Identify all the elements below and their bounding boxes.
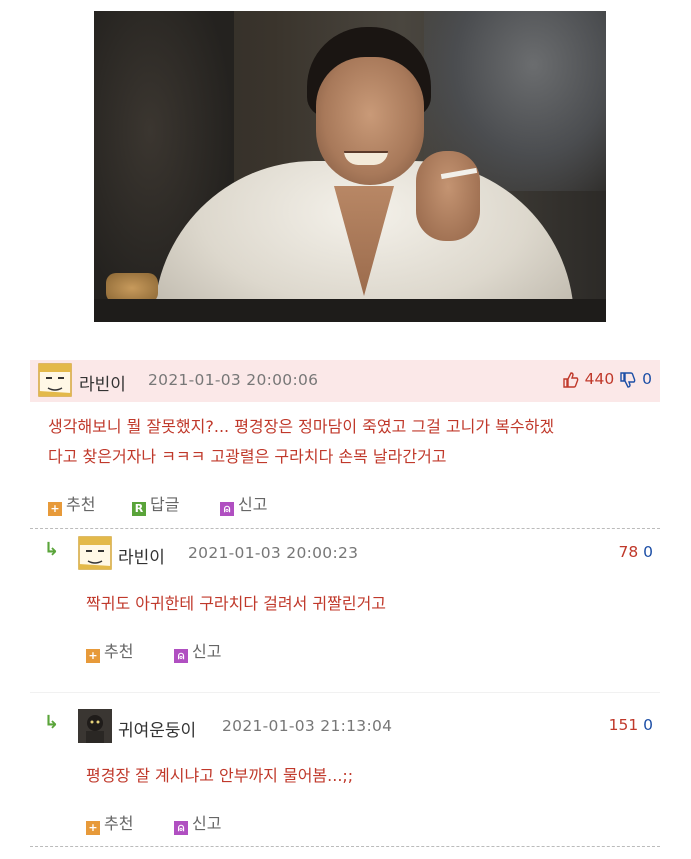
- divider: [30, 692, 660, 693]
- downvote-count: 0: [643, 716, 653, 734]
- reply-arrow-icon: ↳: [44, 539, 60, 560]
- photo-table: [94, 299, 606, 322]
- avatar-icon: [78, 709, 112, 743]
- comment-text: 생각해보니 뭘 잘못했지?... 평경장은 정마담이 죽였고 그걸 고니가 복수…: [48, 412, 554, 472]
- comment-date: 2021-01-03 20:00:06: [148, 371, 319, 389]
- divider: [30, 846, 660, 847]
- downvote-count: 0: [643, 543, 653, 561]
- plus-icon: +: [86, 821, 100, 835]
- comment-text-line: 짝귀도 아귀한테 구라치다 걸려서 귀짤린거고: [86, 594, 387, 613]
- recommend-button[interactable]: + 추천: [86, 638, 133, 663]
- author-name[interactable]: 라빈이: [118, 543, 165, 568]
- reply-button[interactable]: R 답글: [132, 491, 179, 516]
- comment-date: 2021-01-03 21:13:04: [222, 717, 393, 735]
- avatar-icon: [78, 536, 112, 570]
- comment-text: 평경장 잘 계시냐고 안부까지 물어봄...;;: [86, 761, 353, 791]
- photo-face: [316, 57, 424, 185]
- recommend-button[interactable]: + 추천: [48, 491, 95, 516]
- post-photo: [94, 11, 606, 322]
- report-icon: ⍝: [174, 821, 188, 835]
- report-button[interactable]: ⍝ 신고: [174, 810, 221, 835]
- report-button[interactable]: ⍝ 신고: [174, 638, 221, 663]
- upvote-count: 440: [584, 370, 615, 388]
- comment-text-line: 생각해보니 뭘 잘못했지?... 평경장은 정마담이 죽였고 그걸 고니가 복수…: [48, 417, 555, 436]
- thumbs-down-icon[interactable]: [619, 371, 637, 389]
- author-name[interactable]: 라빈이: [79, 370, 126, 395]
- divider: [30, 528, 660, 529]
- avatar-icon: [38, 363, 72, 397]
- avatar[interactable]: [78, 709, 112, 743]
- avatar[interactable]: [38, 363, 72, 397]
- report-icon: ⍝: [220, 502, 234, 516]
- downvote-count: 0: [642, 370, 652, 388]
- comment-text-line: 다고 찾은거자나 ㅋㅋㅋ 고광렬은 구라치다 손목 날라간거고: [48, 447, 447, 466]
- upvote-count: 151: [608, 716, 639, 734]
- reply-arrow-icon: ↳: [44, 712, 60, 733]
- reply-icon: R: [132, 502, 146, 516]
- vote-counts: 78 0: [618, 543, 653, 561]
- thumbs-up-icon[interactable]: [562, 371, 580, 389]
- comment-text: 짝귀도 아귀한테 구라치다 걸려서 귀짤린거고: [86, 589, 386, 619]
- plus-icon: +: [48, 502, 62, 516]
- report-icon: ⍝: [174, 649, 188, 663]
- avatar[interactable]: [78, 536, 112, 570]
- comment-date: 2021-01-03 20:00:23: [188, 544, 359, 562]
- vote-counts: 440 0: [562, 370, 652, 389]
- author-name[interactable]: 귀여운둥이: [118, 716, 196, 741]
- plus-icon: +: [86, 649, 100, 663]
- recommend-button[interactable]: + 추천: [86, 810, 133, 835]
- upvote-count: 78: [618, 543, 639, 561]
- vote-counts: 151 0: [609, 716, 653, 734]
- report-button[interactable]: ⍝ 신고: [220, 491, 267, 516]
- photo-hand: [416, 151, 480, 241]
- comment-header: 라빈이 2021-01-03 20:00:06 440 0: [30, 360, 660, 402]
- comment-text-line: 평경장 잘 계시냐고 안부까지 물어봄...;;: [86, 766, 354, 785]
